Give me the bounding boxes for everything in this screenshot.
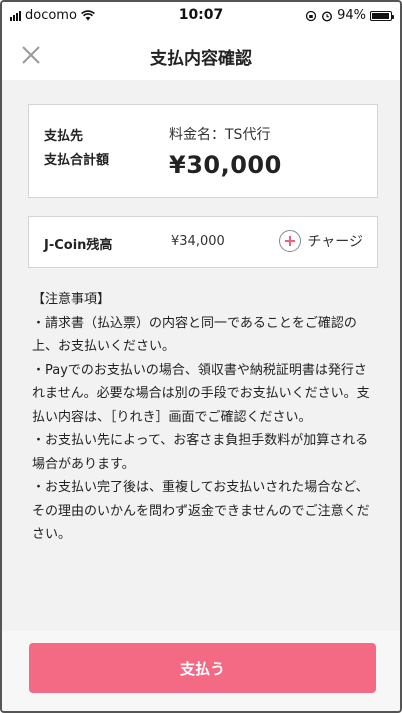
jcoin-balance-value: ¥34,000 bbox=[171, 234, 225, 249]
rotation-lock-icon bbox=[305, 10, 317, 21]
jcoin-balance-label: J-Coin残高 bbox=[44, 238, 113, 253]
nav-header: 支払内容確認 bbox=[2, 30, 400, 80]
battery-icon bbox=[370, 10, 394, 21]
payment-summary-card: 支払先 支払合計額 料金名：TS代行 ¥30,000 bbox=[28, 104, 378, 198]
status-bar: docomo 10:07 94% bbox=[2, 2, 400, 30]
charge-button[interactable]: チャージ bbox=[279, 230, 363, 252]
pay-button[interactable]: 支払う bbox=[29, 643, 376, 693]
plus-circle-icon bbox=[279, 230, 302, 252]
app-frame: docomo 10:07 94% 支払内容確認 支払先 支払合計額 料金名：TS… bbox=[0, 0, 402, 713]
total-amount-label: 支払合計額 bbox=[44, 153, 110, 168]
note-item: ・請求書（払込票）の内容と同一であることをご確認の上、お支払いください。 bbox=[32, 315, 357, 355]
alarm-icon bbox=[322, 10, 333, 22]
charge-label: チャージ bbox=[307, 234, 363, 250]
note-item: ・お支払い先によって、お客さま負担手数料が加算される場合があります。 bbox=[32, 433, 369, 472]
total-amount: ¥30,000 bbox=[169, 151, 282, 179]
page-title: 支払内容確認 bbox=[150, 49, 252, 69]
status-right: 94% bbox=[305, 8, 394, 23]
note-item: ・お支払い完了後は、重複してお支払いされた場合など、その理由のいかんを問わず返金… bbox=[32, 480, 370, 542]
bottom-action-bar: 支払う bbox=[2, 631, 400, 711]
battery-fill bbox=[372, 12, 389, 19]
fee-name: 料金名：TS代行 bbox=[169, 127, 271, 143]
jcoin-balance-card: J-Coin残高 ¥34,000 チャージ bbox=[28, 216, 378, 268]
battery-percent: 94% bbox=[337, 8, 366, 23]
main-content: 支払先 支払合計額 料金名：TS代行 ¥30,000 J-Coin残高 ¥34,… bbox=[28, 104, 378, 268]
notes-heading: 【注意事項】 bbox=[32, 292, 111, 307]
note-item: ・Payでのお支払いの場合、領収書や納税証明書は発行されません。必要な場合は別の… bbox=[32, 362, 370, 425]
payee-label: 支払先 bbox=[44, 129, 84, 144]
notes-section: 【注意事項】 ・請求書（払込票）の内容と同一であることをご確認の上、お支払いくだ… bbox=[32, 288, 377, 547]
